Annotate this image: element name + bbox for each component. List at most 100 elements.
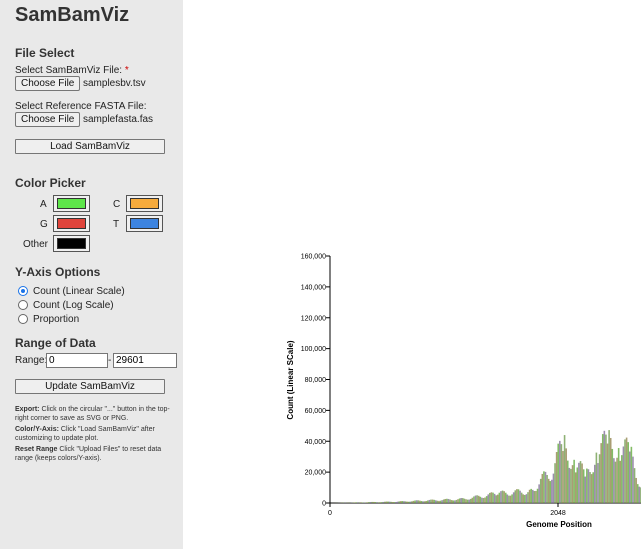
coverage-bar: [491, 492, 493, 503]
coverage-bar: [581, 463, 583, 503]
coverage-bar: [440, 501, 442, 503]
coverage-bar: [406, 502, 408, 503]
color-swatch-g[interactable]: [53, 215, 90, 232]
help-export-title: Export:: [15, 406, 40, 413]
coverage-bar: [417, 500, 419, 503]
coverage-bar: [521, 493, 523, 503]
coverage-bar: [567, 461, 569, 503]
coverage-bar: [360, 502, 362, 503]
radio-proportion[interactable]: Proportion: [18, 313, 79, 325]
coverage-bar: [499, 493, 501, 503]
coverage-bar: [597, 463, 599, 503]
coverage-bar: [468, 500, 470, 503]
y-tick-label: 0: [322, 501, 326, 508]
coverage-bar: [532, 490, 534, 503]
coverage-bar: [505, 493, 507, 503]
coverage-bar: [637, 484, 639, 503]
coverage-bar: [569, 468, 571, 503]
y-axis-label: Count (Linear SCale): [286, 340, 295, 419]
samples-file-name: samplesbv.tsv: [83, 78, 146, 89]
color-swatch-c[interactable]: [126, 195, 163, 212]
coverage-bar: [588, 469, 590, 503]
y-axis: 020,00040,00060,00080,000100,000120,0001…: [301, 254, 330, 508]
coverage-bar: [575, 472, 577, 503]
coverage-bar: [612, 449, 614, 503]
radio-label-linear: Count (Linear Scale): [33, 286, 125, 297]
coverage-bar: [462, 498, 464, 503]
update-sambamviz-button[interactable]: Update SamBamViz: [15, 379, 165, 394]
coverage-bar: [375, 502, 377, 503]
coverage-bar: [452, 500, 454, 503]
coverage-bar: [615, 462, 617, 503]
coverage-bar: [639, 487, 641, 503]
samples-file-label-text: Select SamBamViz File:: [15, 65, 122, 76]
coverage-bar: [481, 498, 483, 503]
coverage-bar: [478, 496, 480, 503]
coverage-bar: [354, 502, 356, 503]
color-swatch-other-fill: [57, 238, 86, 249]
range-start-input[interactable]: [46, 353, 108, 368]
y-tick-label: 80,000: [305, 377, 327, 384]
coverage-bar: [618, 448, 620, 503]
coverage-bar: [580, 461, 582, 503]
coverage-bar: [365, 502, 367, 503]
coverage-bar: [435, 500, 437, 503]
coverage-bar: [573, 460, 575, 503]
coverage-bar: [443, 500, 445, 503]
color-swatch-t[interactable]: [126, 215, 163, 232]
y-tick-label: 120,000: [301, 315, 326, 322]
coverage-bar: [475, 496, 477, 503]
color-swatch-t-fill: [130, 218, 159, 229]
range-end-input[interactable]: [113, 353, 177, 368]
radio-button-proportion[interactable]: [18, 314, 28, 324]
radio-button-log[interactable]: [18, 300, 28, 310]
coverage-bar: [510, 496, 512, 503]
color-swatch-other[interactable]: [53, 235, 90, 252]
coverage-bar: [398, 501, 400, 503]
radio-count-log[interactable]: Count (Log Scale): [18, 299, 114, 311]
coverage-bar: [427, 500, 429, 503]
coverage-bar: [403, 501, 405, 503]
x-axis-label: Genome Position: [526, 520, 592, 529]
radio-count-linear[interactable]: Count (Linear Scale): [18, 285, 125, 297]
y-tick-label: 20,000: [305, 470, 327, 477]
coverage-bar: [570, 469, 572, 503]
coverage-bar: [527, 492, 529, 503]
coverage-bar: [537, 489, 539, 503]
coverage-bar: [607, 444, 609, 503]
coverage-bar: [554, 463, 556, 503]
coverage-bar: [530, 489, 532, 503]
coverage-bar: [522, 494, 524, 503]
radio-label-proportion: Proportion: [33, 314, 79, 325]
coverage-bar: [355, 502, 357, 503]
color-label-a: A: [40, 199, 47, 210]
color-swatch-a[interactable]: [53, 195, 90, 212]
coverage-bar: [589, 472, 591, 503]
radio-button-linear[interactable]: [18, 286, 28, 296]
fasta-choose-file-button[interactable]: Choose File: [15, 112, 80, 127]
coverage-bar: [464, 499, 466, 503]
coverage-bar: [556, 452, 558, 503]
y-tick-label: 160,000: [301, 254, 326, 261]
coverage-bar: [519, 491, 521, 503]
coverage-bar: [600, 443, 602, 503]
color-swatch-c-fill: [130, 198, 159, 209]
load-sambamviz-button[interactable]: Load SamBamViz: [15, 139, 165, 154]
coverage-bar: [591, 474, 593, 503]
coverage-bar: [483, 498, 485, 503]
help-reset-title: Reset Range: [15, 446, 57, 453]
coverage-bar: [626, 438, 628, 503]
range-heading: Range of Data: [15, 336, 96, 350]
coverage-bar: [494, 494, 496, 503]
coverage-bar: [454, 500, 456, 503]
coverage-bar: [397, 502, 399, 503]
coverage-bar: [479, 497, 481, 503]
coverage-bar: [362, 502, 364, 503]
help-color: Color/Y-Axis: Click "Load SamBamViz" aft…: [15, 425, 175, 443]
coverage-bar: [437, 501, 439, 503]
coverage-bar: [467, 500, 469, 503]
coverage-bar: [562, 451, 564, 503]
samples-choose-file-button[interactable]: Choose File: [15, 76, 80, 91]
coverage-bar: [565, 448, 567, 503]
coverage-bar: [411, 501, 413, 503]
